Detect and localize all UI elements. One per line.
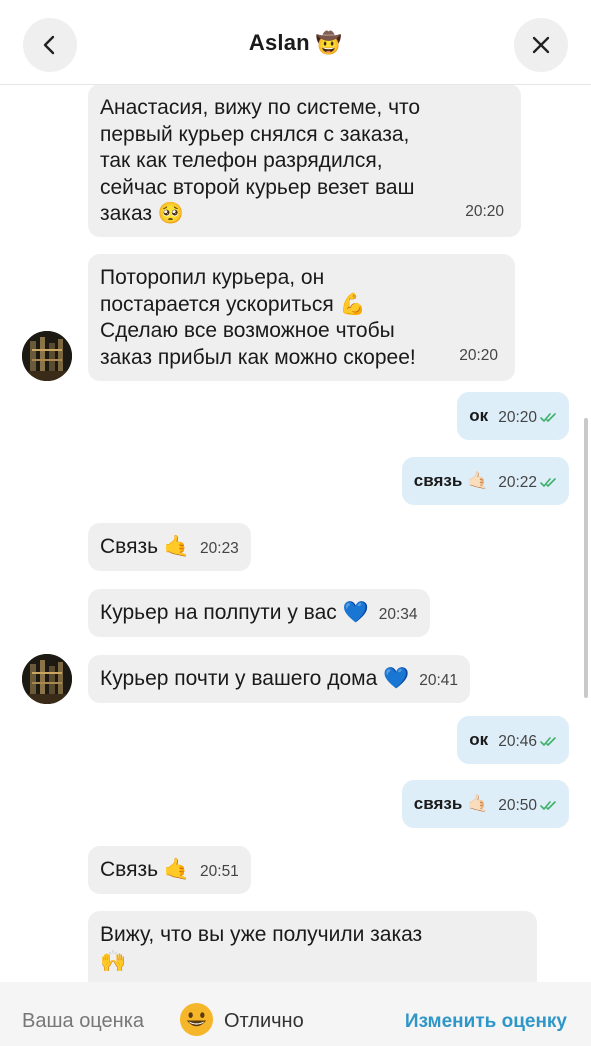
message-text: Курьер почти у вашего дома 💙 — [100, 666, 410, 690]
message-time-text: 20:22 — [498, 473, 537, 491]
message-text: Связь 🤙 — [100, 857, 191, 881]
message-incoming: Связь 🤙 20:23 — [88, 523, 251, 571]
rating-value: Отлично — [224, 1010, 304, 1032]
avatar[interactable] — [22, 331, 72, 381]
message-outgoing: ок 20:20 — [457, 392, 569, 440]
message-incoming: Анастасия, вижу по системе, что первый к… — [88, 84, 521, 237]
message-time: 20:46 — [498, 729, 557, 756]
scrollbar[interactable] — [584, 418, 588, 698]
message-time: 20:23 — [200, 539, 239, 557]
message-text: связь 🤙🏻 — [413, 470, 489, 490]
message-time: 20:20 — [465, 202, 504, 220]
rating-label: Ваша оценка — [22, 1010, 145, 1032]
message-text: Связь 🤙 — [100, 534, 191, 558]
message-text: Анастасия, вижу по системе, что первый к… — [100, 96, 421, 225]
avatar-image — [22, 331, 72, 381]
message-time-text: 20:50 — [498, 796, 537, 814]
message-incoming: Связь 🤙 20:51 — [88, 846, 251, 894]
message-time-text: 20:20 — [498, 408, 537, 426]
message-text: Курьер на полпути у вас 💙 — [100, 600, 369, 624]
message-time: 20:34 — [378, 605, 418, 623]
message-incoming: Курьер почти у вашего дома 💙 20:41 — [88, 655, 471, 703]
double-check-icon — [540, 413, 556, 422]
cowboy-emoji: 🤠 — [315, 31, 343, 55]
double-check-icon — [540, 801, 556, 810]
message-text: Поторопил курьера, он постарается ускори… — [100, 266, 416, 369]
close-icon — [532, 36, 550, 54]
rating-bar: Ваша оценка Отлично Изменить оценку — [0, 982, 591, 1046]
message-time: 20:41 — [419, 671, 459, 689]
message-list[interactable]: Анастасия, вижу по системе, что первый к… — [0, 84, 591, 982]
message-time: 20:20 — [498, 405, 557, 432]
message-time: 20:51 — [200, 862, 239, 880]
double-check-icon — [540, 737, 556, 746]
message-text: связь 🤙🏻 — [413, 793, 489, 813]
message-text: Вижу, что вы уже получили заказ 🙌 — [100, 923, 423, 973]
smiling-face-icon — [179, 1002, 214, 1037]
message-time: 20:50 — [498, 793, 557, 820]
close-button[interactable] — [514, 18, 568, 72]
message-outgoing: ок 20:46 — [457, 716, 569, 764]
avatar-image — [22, 654, 72, 704]
message-outgoing: связь 🤙🏻 20:50 — [401, 780, 569, 828]
message-time: 20:20 — [459, 346, 498, 364]
message-incoming: Поторопил курьера, он постарается ускори… — [88, 254, 515, 381]
message-time-text: 20:46 — [498, 732, 537, 750]
message-incoming: Курьер на полпути у вас 💙 20:34 — [88, 589, 430, 637]
chat-title-text: Aslan — [248, 30, 310, 55]
message-outgoing: связь 🤙🏻 20:22 — [401, 457, 569, 505]
chat-header: Aslan 🤠 — [0, 0, 591, 85]
message-text: ок — [469, 405, 489, 425]
avatar[interactable] — [22, 654, 72, 704]
message-incoming: Вижу, что вы уже получили заказ 🙌 — [88, 911, 537, 982]
chat-title: Aslan 🤠 — [0, 30, 591, 56]
change-rating-link[interactable]: Изменить оценку — [405, 1011, 567, 1033]
message-time: 20:22 — [498, 470, 557, 497]
message-text: ок — [469, 729, 489, 749]
double-check-icon — [540, 478, 556, 487]
